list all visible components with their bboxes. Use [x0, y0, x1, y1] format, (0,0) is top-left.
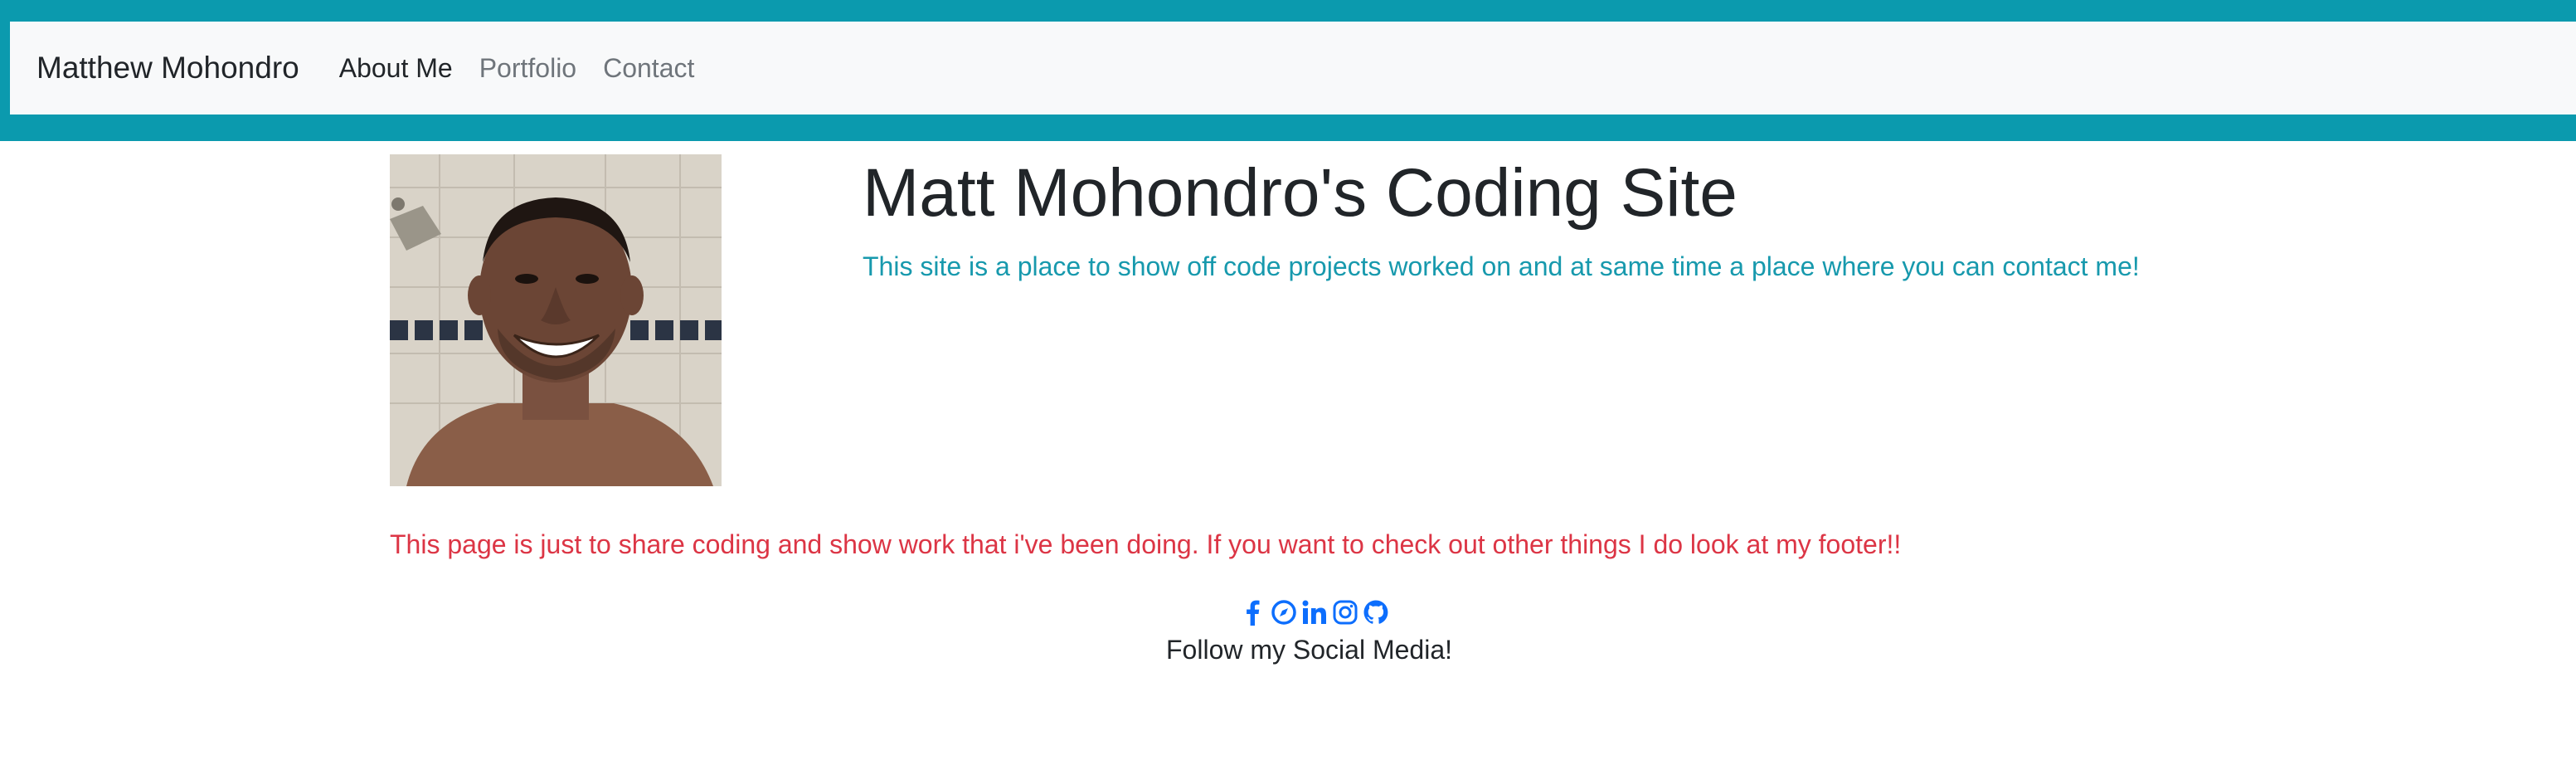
page-title: Matt Mohondro's Coding Site [863, 155, 1738, 231]
compass-icon[interactable] [1271, 599, 1297, 626]
nav-link-contact[interactable]: Contact [603, 53, 694, 84]
linkedin-icon[interactable] [1301, 599, 1328, 626]
navbar: Matthew Mohondro About Me Portfolio Cont… [0, 0, 2576, 141]
intro-text: This page is just to share coding and sh… [390, 529, 1902, 559]
page-subtitle: This site is a place to show off code pr… [863, 251, 2140, 281]
social-links [1240, 597, 1393, 627]
navbar-brand[interactable]: Matthew Mohondro [36, 51, 299, 85]
navbar-inner: Matthew Mohondro About Me Portfolio Cont… [10, 22, 2576, 115]
nav-link-portfolio[interactable]: Portfolio [479, 53, 576, 84]
nav-links: About Me Portfolio Contact [339, 53, 722, 84]
github-icon[interactable] [1363, 599, 1389, 626]
profile-photo [390, 154, 722, 486]
facebook-icon[interactable] [1240, 599, 1266, 626]
instagram-icon[interactable] [1332, 599, 1358, 626]
follow-social-text: Follow my Social Media! [1166, 635, 1452, 665]
nav-link-about-me[interactable]: About Me [339, 53, 453, 84]
